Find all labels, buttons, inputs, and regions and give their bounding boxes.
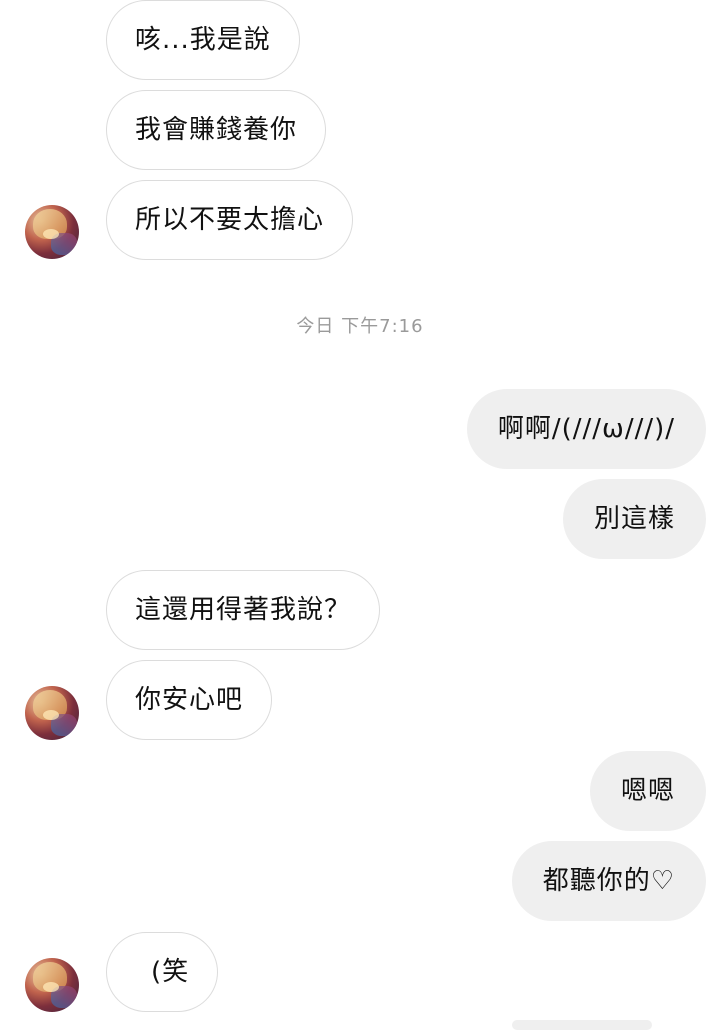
- message-text: 咳...我是說: [135, 25, 271, 55]
- message-bubble-incoming[interactable]: (笑: [106, 932, 219, 1012]
- contact-avatar[interactable]: [25, 205, 79, 259]
- message-text: 這還用得著我說？: [135, 595, 352, 625]
- message-bubble-incoming[interactable]: 我會賺錢養你: [106, 90, 327, 170]
- avatar-art: [43, 229, 59, 239]
- message-bubble-incoming[interactable]: 所以不要太擔心: [106, 180, 354, 260]
- message-text: 你安心吧: [135, 685, 244, 715]
- message-text: 都聽你的♡: [542, 866, 675, 896]
- avatar-art: [43, 710, 59, 720]
- timestamp-divider: 今日 下午7:16: [296, 316, 424, 337]
- message-bubble-incoming[interactable]: 你安心吧: [106, 660, 273, 740]
- message-text: (笑: [151, 957, 190, 987]
- message-bubble-outgoing[interactable]: 都聽你的♡: [511, 841, 706, 921]
- message-bubble-outgoing-partial[interactable]: [512, 1020, 652, 1030]
- message-bubble-incoming[interactable]: 這還用得著我說？: [106, 570, 381, 650]
- message-bubble-outgoing[interactable]: 別這樣: [562, 479, 706, 559]
- message-text: 我會賺錢養你: [135, 115, 298, 145]
- message-bubble-outgoing[interactable]: 嗯嗯: [589, 751, 706, 831]
- message-bubble-outgoing[interactable]: 啊啊/(///ω///)/: [466, 389, 706, 469]
- message-bubble-incoming[interactable]: 咳...我是說: [106, 0, 300, 80]
- contact-avatar[interactable]: [25, 686, 79, 740]
- message-text: 啊啊/(///ω///)/: [497, 414, 675, 444]
- message-text: 所以不要太擔心: [135, 205, 325, 235]
- message-text: 別這樣: [593, 504, 675, 534]
- avatar-art: [43, 982, 59, 992]
- contact-avatar[interactable]: [25, 958, 79, 1012]
- message-text: 嗯嗯: [620, 776, 675, 806]
